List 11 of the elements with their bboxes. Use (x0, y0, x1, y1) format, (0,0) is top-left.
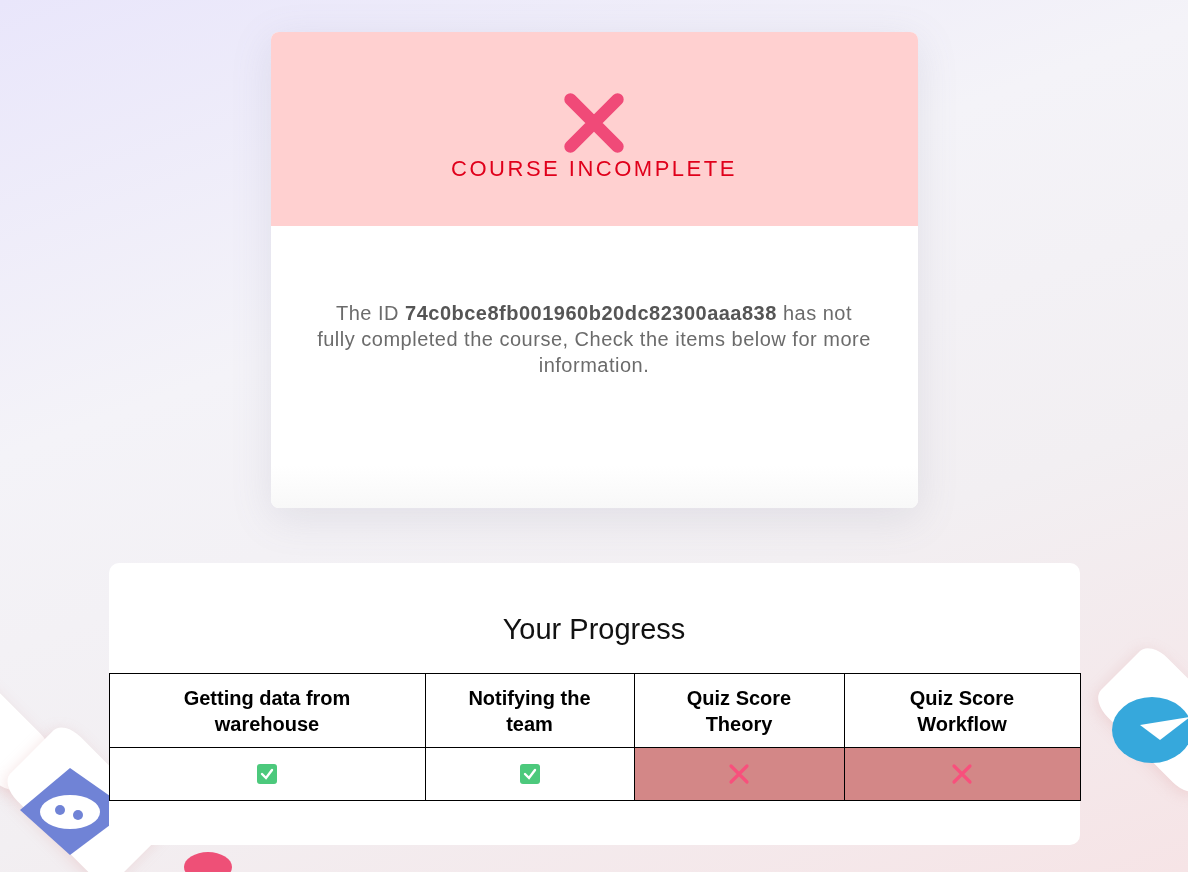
cross-icon (728, 763, 750, 785)
progress-title: Your Progress (501, 613, 687, 646)
status-message: The ID 74c0bce8fb001960b20dc82300aaa838 has not fully completed the course, Check the items below for more information. (316, 301, 872, 378)
column-header: Quiz Score Workflow (844, 673, 1080, 748)
column-header: Quiz Score Theory (634, 673, 844, 748)
check-icon (518, 763, 541, 785)
column-header: Notifying the team (425, 673, 634, 748)
cross-icon (951, 763, 973, 785)
status-title: COURSE INCOMPLETE (451, 156, 737, 182)
column-header: Getting data from warehouse (109, 673, 425, 748)
check-icon (256, 763, 278, 785)
